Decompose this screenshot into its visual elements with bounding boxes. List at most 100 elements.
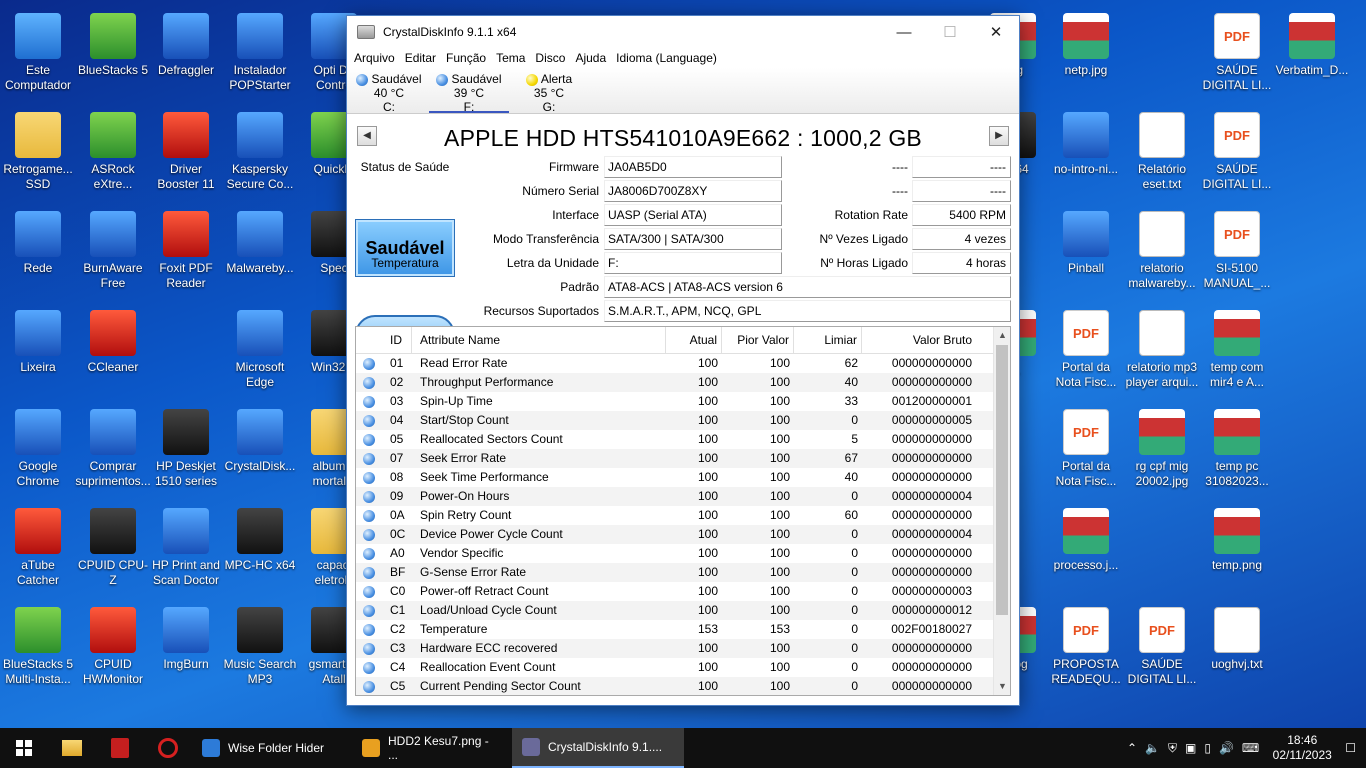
keyboard-icon[interactable]: ⌨: [1242, 741, 1259, 755]
desktop-icon[interactable]: processo.j...: [1048, 500, 1124, 596]
column-threshold[interactable]: Limiar: [794, 327, 862, 353]
menu-item[interactable]: Ajuda: [570, 51, 611, 65]
column-attribute-name[interactable]: Attribute Name: [412, 327, 666, 353]
desktop-icon[interactable]: Instalador POPStarter: [222, 5, 298, 101]
desktop-icon[interactable]: Pinball: [1048, 203, 1124, 299]
column-raw-value[interactable]: Valor Bruto: [862, 327, 978, 353]
desktop-icon[interactable]: Driver Booster 11: [148, 104, 224, 200]
table-scrollbar[interactable]: ▲ ▼: [993, 327, 1010, 695]
title-bar[interactable]: CrystalDiskInfo 9.1.1 x64 — ☐ ✕: [347, 16, 1019, 48]
menu-item[interactable]: Tema: [491, 51, 530, 65]
desktop-icon[interactable]: PDF SI-5100 MANUAL_...: [1199, 203, 1275, 299]
desktop-icon[interactable]: PDF PROPOSTA READEQU...: [1048, 599, 1124, 695]
table-row[interactable]: 09 Power-On Hours 100 100 0 000000000004: [356, 487, 994, 506]
desktop-icon[interactable]: CPUID CPU-Z: [75, 500, 151, 596]
desktop-icon[interactable]: Foxit PDF Reader: [148, 203, 224, 299]
speaker-icon[interactable]: 🔊: [1219, 741, 1234, 755]
minimize-button[interactable]: —: [881, 16, 927, 48]
desktop-icon[interactable]: rg cpf mig 20002.jpg: [1124, 401, 1200, 497]
table-row[interactable]: 05 Reallocated Sectors Count 100 100 5 000000…: [356, 430, 994, 449]
menu-item[interactable]: Arquivo: [349, 51, 400, 65]
taskbar-app-1[interactable]: Wise Folder Hider: [192, 728, 352, 768]
start-button[interactable]: [0, 728, 48, 768]
status-column-header[interactable]: [356, 327, 382, 353]
column-id[interactable]: ID: [382, 327, 412, 353]
desktop-icon[interactable]: Este Computador: [0, 5, 76, 101]
drive-tab-2[interactable]: Saudável 39 °C F:: [429, 68, 509, 114]
desktop-icon[interactable]: relatorio malwareby...: [1124, 203, 1200, 299]
scrollbar-thumb[interactable]: [996, 345, 1008, 615]
table-row[interactable]: A0 Vendor Specific 100 100 0 000000000000: [356, 544, 994, 563]
desktop-icon[interactable]: Lixeira: [0, 302, 76, 398]
table-row[interactable]: C1 Load/Unload Cycle Count 100 100 0 00000000…: [356, 601, 994, 620]
maximize-button[interactable]: ☐: [927, 16, 973, 48]
desktop-icon[interactable]: ASRock eXtre...: [75, 104, 151, 200]
chevron-up-icon[interactable]: ⌃: [1127, 741, 1137, 755]
desktop-icon[interactable]: HP Deskjet 1510 series: [148, 401, 224, 497]
notification-icon[interactable]: ☐: [1345, 741, 1356, 755]
desktop-icon[interactable]: BlueStacks 5 Multi-Insta...: [0, 599, 76, 695]
desktop-icon[interactable]: BurnAware Free: [75, 203, 151, 299]
file-explorer-icon[interactable]: [48, 728, 96, 768]
scroll-up-icon[interactable]: ▲: [994, 327, 1010, 344]
table-row[interactable]: 0A Spin Retry Count 100 100 60 000000000000: [356, 506, 994, 525]
desktop-icon[interactable]: temp pc 31082023...: [1199, 401, 1275, 497]
desktop-icon[interactable]: PDF SAÚDE DIGITAL LI...: [1199, 5, 1275, 101]
table-row[interactable]: 03 Spin-Up Time 100 100 33 001200000001: [356, 392, 994, 411]
usb-icon[interactable]: ▯: [1204, 741, 1211, 755]
taskbar-app-3[interactable]: CrystalDiskInfo 9.1....: [512, 728, 684, 768]
desktop-icon[interactable]: Google Chrome: [0, 401, 76, 497]
desktop-icon[interactable]: temp com mir4 e A...: [1199, 302, 1275, 398]
table-row[interactable]: 07 Seek Error Rate 100 100 67 000000000000: [356, 449, 994, 468]
menu-item[interactable]: Idioma (Language): [611, 51, 722, 65]
flash-app-icon[interactable]: [96, 728, 144, 768]
desktop-icon[interactable]: CPUID HWMonitor: [75, 599, 151, 695]
drive-tab-1[interactable]: Saudável 40 °C C:: [349, 68, 429, 114]
network-icon[interactable]: ▣: [1185, 741, 1196, 755]
prev-disk-button[interactable]: ◀: [357, 126, 377, 146]
clock[interactable]: 18:46 02/11/2023: [1267, 733, 1337, 763]
menu-item[interactable]: Editar: [400, 51, 441, 65]
table-row[interactable]: C3 Hardware ECC recovered 100 100 0 000000000…: [356, 639, 994, 658]
desktop-icon[interactable]: PDF Portal da Nota Fisc...: [1048, 302, 1124, 398]
menu-item[interactable]: Disco: [530, 51, 570, 65]
menu-item[interactable]: Função: [441, 51, 491, 65]
column-current[interactable]: Atual: [666, 327, 722, 353]
desktop-icon[interactable]: PDF SAÚDE DIGITAL LI...: [1199, 104, 1275, 200]
desktop-icon[interactable]: CrystalDisk...: [222, 401, 298, 497]
table-row[interactable]: C5 Current Pending Sector Count 100 100 0 000…: [356, 677, 994, 695]
table-row[interactable]: BF G-Sense Error Rate 100 100 0 000000000000: [356, 563, 994, 582]
desktop-icon[interactable]: ImgBurn: [148, 599, 224, 695]
desktop-icon[interactable]: Music Search MP3: [222, 599, 298, 695]
scroll-down-icon[interactable]: ▼: [994, 678, 1010, 695]
desktop-icon[interactable]: PDF SAÚDE DIGITAL LI...: [1124, 599, 1200, 695]
security-shield-icon[interactable]: ⛨: [1168, 741, 1177, 756]
desktop-icon[interactable]: HP Print and Scan Doctor: [148, 500, 224, 596]
desktop-icon[interactable]: no-intro-ni...: [1048, 104, 1124, 200]
driver-booster-icon[interactable]: [144, 728, 192, 768]
volume-icon[interactable]: 🔈: [1145, 741, 1160, 755]
table-row[interactable]: 01 Read Error Rate 100 100 62 000000000000: [356, 354, 994, 373]
desktop-icon[interactable]: MPC-HC x64: [222, 500, 298, 596]
table-row[interactable]: C2 Temperature 153 153 0 002F00180027: [356, 620, 994, 639]
desktop-icon[interactable]: netp.jpg: [1048, 5, 1124, 101]
close-button[interactable]: ✕: [973, 16, 1019, 48]
table-row[interactable]: 08 Seek Time Performance 100 100 40 000000000…: [356, 468, 994, 487]
desktop-icon[interactable]: aTube Catcher: [0, 500, 76, 596]
desktop-icon[interactable]: Defraggler: [148, 5, 224, 101]
next-disk-button[interactable]: ▶: [989, 126, 1009, 146]
desktop-icon[interactable]: uoghvj.txt: [1199, 599, 1275, 695]
desktop-icon[interactable]: Comprar suprimentos...: [75, 401, 151, 497]
taskbar-app-2[interactable]: HDD2 Kesu7.png - ...: [352, 728, 512, 768]
table-row[interactable]: 04 Start/Stop Count 100 100 0 000000000005: [356, 411, 994, 430]
desktop-icon[interactable]: Microsoft Edge: [222, 302, 298, 398]
desktop-icon[interactable]: Verbatim_D...: [1274, 5, 1350, 101]
desktop-icon[interactable]: PDF Portal da Nota Fisc...: [1048, 401, 1124, 497]
desktop-icon[interactable]: Rede: [0, 203, 76, 299]
desktop-icon[interactable]: Retrogame... SSD: [0, 104, 76, 200]
desktop-icon[interactable]: BlueStacks 5: [75, 5, 151, 101]
drive-tab-3[interactable]: Alerta 35 °C G:: [509, 68, 589, 114]
column-worst[interactable]: Pior Valor: [722, 327, 794, 353]
desktop-icon[interactable]: Kaspersky Secure Co...: [222, 104, 298, 200]
desktop-icon[interactable]: Malwareby...: [222, 203, 298, 299]
